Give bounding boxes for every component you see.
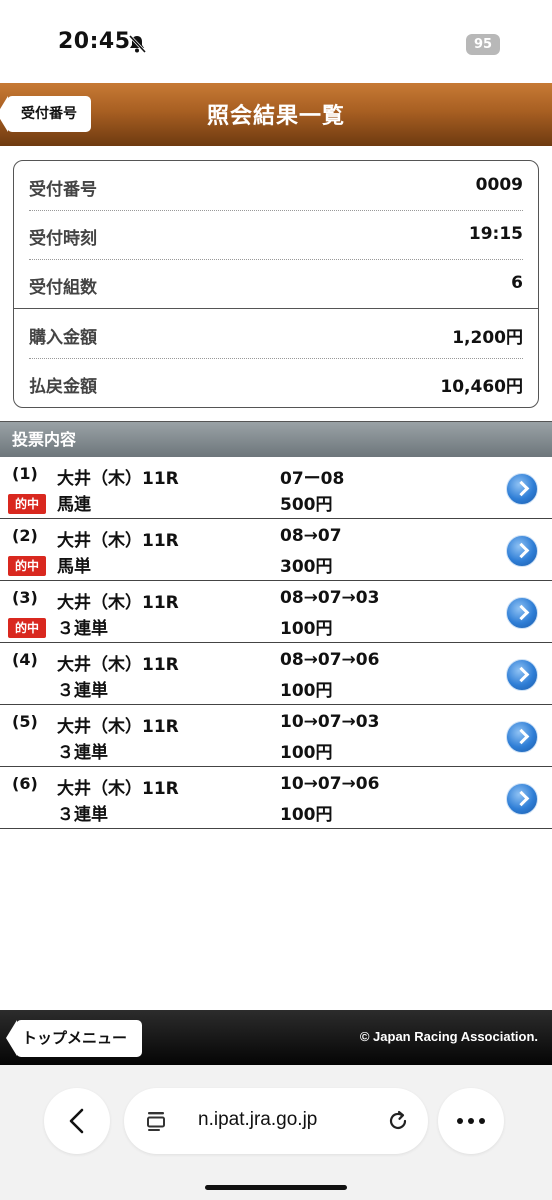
bet-amount: 100円 bbox=[280, 619, 333, 639]
race-name: 大井（木）11R bbox=[57, 531, 179, 551]
bet-amount: 300円 bbox=[280, 557, 333, 577]
horse-combination: 10→07→03 bbox=[280, 712, 380, 732]
receipt-info-card: 受付番号 0009 受付時刻 19:15 受付組数 6 購入金額 1,200円 … bbox=[13, 160, 539, 408]
race-name: 大井（木）11R bbox=[57, 469, 179, 489]
horse-combination: 10→07→06 bbox=[280, 774, 380, 794]
info-label: 受付時刻 bbox=[29, 229, 97, 249]
hit-badge: 的中 bbox=[8, 618, 46, 638]
bet-type: ３連単 bbox=[57, 805, 108, 825]
chevron-left-icon bbox=[69, 1108, 84, 1134]
footer-bar: トップメニュー © Japan Racing Association. bbox=[0, 1010, 552, 1065]
horse-combination: 08→07 bbox=[280, 526, 342, 546]
race-name: 大井（木）11R bbox=[57, 593, 179, 613]
chevron-right-icon[interactable] bbox=[506, 659, 538, 691]
vote-number: (5) bbox=[12, 712, 38, 731]
battery-indicator: 95 bbox=[466, 34, 500, 55]
vote-row[interactable]: (4) 大井（木）11R 08→07→06 ３連単 100円 bbox=[0, 643, 552, 705]
vote-number: (1) bbox=[12, 464, 38, 483]
vote-row[interactable]: (3) 大井（木）11R 08→07→03 的中 ３連単 100円 bbox=[0, 581, 552, 643]
bet-amount: 100円 bbox=[280, 681, 333, 701]
vote-number: (2) bbox=[12, 526, 38, 545]
race-name: 大井（木）11R bbox=[57, 655, 179, 675]
vote-number: (4) bbox=[12, 650, 38, 669]
bet-amount: 100円 bbox=[280, 743, 333, 763]
bet-type: ３連単 bbox=[57, 681, 108, 701]
hit-badge: 的中 bbox=[8, 556, 46, 576]
horse-combination: 08→07→03 bbox=[280, 588, 380, 608]
copyright-text: © Japan Racing Association. bbox=[359, 1029, 538, 1044]
page-title: 照会結果一覧 bbox=[206, 104, 345, 129]
horse-combination: 08→07→06 bbox=[280, 650, 380, 670]
address-bar[interactable]: n.ipat.jra.go.jp bbox=[124, 1088, 428, 1154]
bet-type: ３連単 bbox=[57, 619, 108, 639]
ellipsis-icon bbox=[457, 1118, 485, 1124]
url-text: n.ipat.jra.go.jp bbox=[198, 1109, 318, 1130]
vote-list: (1) 大井（木）11R 07ー08 的中 馬連 500円 (2) 大井（木）1… bbox=[0, 457, 552, 829]
status-time: 20:45 bbox=[58, 29, 131, 54]
info-value: 6 bbox=[511, 273, 523, 293]
race-name: 大井（木）11R bbox=[57, 779, 179, 799]
race-name: 大井（木）11R bbox=[57, 717, 179, 737]
chevron-right-icon[interactable] bbox=[506, 473, 538, 505]
chevron-right-icon[interactable] bbox=[506, 597, 538, 629]
home-indicator bbox=[205, 1185, 347, 1190]
info-row-purchase-amount: 購入金額 1,200円 bbox=[29, 309, 523, 358]
bet-amount: 500円 bbox=[280, 495, 333, 515]
info-row-receipt-time: 受付時刻 19:15 bbox=[29, 210, 523, 259]
info-label: 受付組数 bbox=[29, 278, 97, 298]
section-title: 投票内容 bbox=[0, 421, 552, 457]
bet-type: 馬単 bbox=[57, 557, 91, 577]
chevron-right-icon[interactable] bbox=[506, 783, 538, 815]
page-menu-icon bbox=[147, 1112, 165, 1131]
bet-type: 馬連 bbox=[57, 495, 91, 515]
vote-number: (6) bbox=[12, 774, 38, 793]
browser-back-button[interactable] bbox=[44, 1088, 110, 1154]
info-value: 19:15 bbox=[468, 224, 523, 244]
info-label: 払戻金額 bbox=[29, 377, 97, 397]
info-value: 10,460円 bbox=[440, 377, 523, 397]
vote-row[interactable]: (6) 大井（木）11R 10→07→06 ３連単 100円 bbox=[0, 767, 552, 829]
info-row-receipt-number: 受付番号 0009 bbox=[29, 161, 523, 210]
browser-toolbar: n.ipat.jra.go.jp bbox=[0, 1065, 552, 1200]
info-row-payout-amount: 払戻金額 10,460円 bbox=[29, 358, 523, 407]
status-bar: 20:45 95 bbox=[0, 0, 552, 80]
bet-amount: 100円 bbox=[280, 805, 333, 825]
vote-row[interactable]: (5) 大井（木）11R 10→07→03 ３連単 100円 bbox=[0, 705, 552, 767]
bet-type: ３連単 bbox=[57, 743, 108, 763]
info-row-set-count: 受付組数 6 bbox=[29, 259, 523, 308]
more-options-button[interactable] bbox=[438, 1088, 504, 1154]
page-header: 受付番号 照会結果一覧 bbox=[0, 83, 552, 146]
info-value: 1,200円 bbox=[452, 328, 523, 348]
vote-row[interactable]: (2) 大井（木）11R 08→07 的中 馬単 300円 bbox=[0, 519, 552, 581]
chevron-right-icon[interactable] bbox=[506, 535, 538, 567]
vote-row[interactable]: (1) 大井（木）11R 07ー08 的中 馬連 500円 bbox=[0, 457, 552, 519]
chevron-right-icon[interactable] bbox=[506, 721, 538, 753]
info-value: 0009 bbox=[475, 175, 523, 195]
vote-number: (3) bbox=[12, 588, 38, 607]
horse-combination: 07ー08 bbox=[280, 469, 345, 489]
bell-slash-icon bbox=[128, 34, 147, 54]
top-menu-button[interactable]: トップメニュー bbox=[6, 1020, 142, 1057]
reload-icon[interactable] bbox=[386, 1109, 410, 1133]
hit-badge: 的中 bbox=[8, 494, 46, 514]
info-label: 購入金額 bbox=[29, 328, 97, 348]
info-label: 受付番号 bbox=[29, 180, 97, 200]
